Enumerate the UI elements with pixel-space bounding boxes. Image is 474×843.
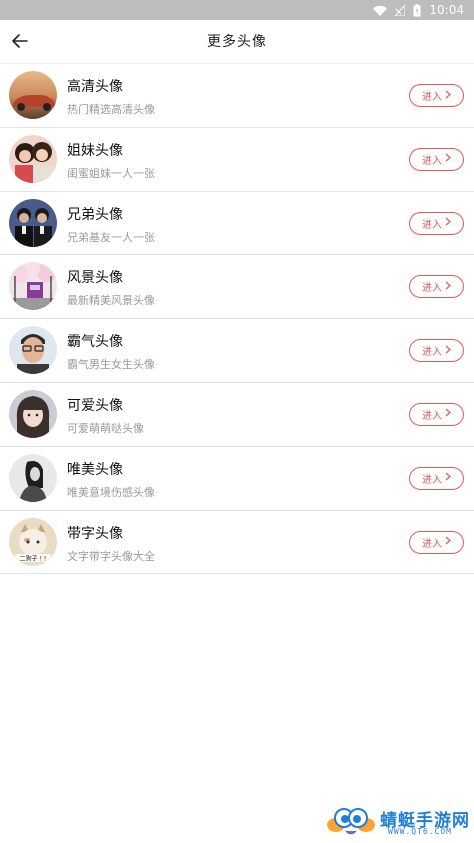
avatar-category-list: 高清头像 热门精选高清头像 进入 姐妹头像 闺蜜姐妹一人一张 进入 兄弟头像 兄… — [0, 64, 474, 575]
enter-button-label: 进入 — [422, 347, 442, 359]
no-signal-icon — [395, 4, 406, 16]
list-item[interactable]: 高清头像 热门精选高清头像 进入 — [0, 64, 474, 128]
enter-button[interactable]: 进入 — [409, 275, 464, 299]
enter-button[interactable]: 进入 — [409, 211, 464, 235]
enter-button-label: 进入 — [422, 283, 442, 295]
item-title: 高清头像 — [67, 79, 123, 95]
item-title: 可爱头像 — [67, 397, 123, 414]
enter-button[interactable]: 进入 — [409, 402, 464, 426]
chevron-right-icon — [445, 90, 451, 102]
wifi-icon — [373, 5, 388, 16]
enter-button-label: 进入 — [422, 155, 442, 167]
list-item[interactable]: 兄弟头像 兄弟基友一人一张 进入 — [0, 192, 474, 256]
avatar-caption: 二狗子 ! ! — [20, 554, 47, 562]
dragonfly-logo-icon — [326, 805, 376, 843]
list-item[interactable]: 姐妹头像 闺蜜姐妹一人一张 进入 — [0, 128, 474, 192]
list-item[interactable]: 二狗子 ! ! 带字头像 文字带字头像大全 进入 — [0, 511, 474, 575]
header: 更多头像 — [0, 20, 474, 64]
list-item[interactable]: 可爱头像 可爱萌萌哒头像 进入 — [0, 383, 474, 447]
car-photo-avatar — [9, 71, 57, 119]
watermark: 蜻蜓手游网 WWW.QT6.COM — [326, 801, 471, 841]
list-item[interactable]: 风景头像 最新精美风景头像 进入 — [0, 255, 474, 320]
item-subtitle: 最新精美风景头像 — [67, 294, 155, 308]
item-title: 兄弟头像 — [67, 206, 123, 223]
item-title: 风景头像 — [67, 270, 123, 287]
enter-button-label: 进入 — [422, 92, 442, 103]
item-subtitle: 热门精选高清头像 — [67, 103, 155, 116]
enter-button-label: 进入 — [422, 410, 442, 422]
chevron-right-icon — [445, 281, 451, 293]
item-title: 霸气头像 — [67, 334, 123, 351]
item-subtitle: 霸气男生女生头像 — [67, 358, 155, 372]
item-title: 带字头像 — [67, 525, 123, 542]
enter-button[interactable]: 进入 — [409, 339, 464, 363]
item-subtitle: 可爱萌萌哒头像 — [67, 421, 144, 435]
status-time: 10:04 — [429, 3, 464, 17]
enter-button[interactable]: 进入 — [409, 147, 464, 171]
item-subtitle: 闺蜜姐妹一人一张 — [67, 166, 155, 180]
list-item[interactable]: 霸气头像 霸气男生女生头像 进入 — [0, 319, 474, 383]
item-subtitle: 文字带字头像大全 — [67, 549, 155, 563]
cute-girl-photo-avatar — [9, 389, 57, 438]
list-item[interactable]: 唯美头像 唯美意境伤感头像 进入 — [0, 447, 474, 511]
item-subtitle: 兄弟基友一人一张 — [67, 230, 155, 244]
page-title: 更多头像 — [207, 34, 267, 50]
chevron-right-icon — [445, 153, 451, 165]
bw-girl-photo-avatar — [9, 453, 57, 502]
chevron-right-icon — [445, 408, 451, 420]
chevron-right-icon — [445, 345, 451, 357]
enter-button[interactable]: 进入 — [409, 84, 464, 107]
enter-button-label: 进入 — [422, 538, 442, 550]
enter-button[interactable]: 进入 — [409, 466, 464, 490]
item-subtitle: 唯美意境伤感头像 — [67, 485, 155, 499]
man-glasses-photo-avatar — [9, 326, 57, 375]
scenery-photo-avatar — [9, 262, 57, 311]
enter-button-label: 进入 — [422, 474, 442, 486]
item-title: 唯美头像 — [67, 461, 123, 478]
two-men-photo-avatar — [9, 198, 57, 247]
enter-button[interactable]: 进入 — [409, 530, 464, 554]
chevron-right-icon — [445, 472, 451, 484]
two-girls-photo-avatar — [9, 134, 57, 183]
watermark-url: WWW.QT6.COM — [388, 827, 452, 836]
battery-icon — [413, 3, 421, 17]
cat-text-photo-avatar: 二狗子 ! ! — [9, 517, 57, 566]
chevron-right-icon — [445, 217, 451, 229]
item-title: 姐妹头像 — [67, 142, 123, 159]
enter-button-label: 进入 — [422, 219, 442, 231]
chevron-right-icon — [445, 536, 451, 548]
status-bar: 10:04 — [0, 0, 474, 20]
